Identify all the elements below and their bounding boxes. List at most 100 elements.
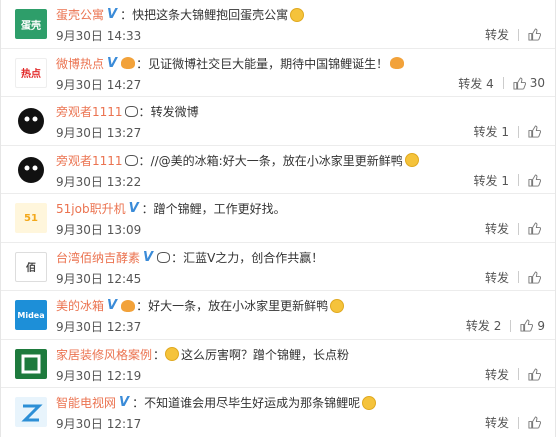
forward-button[interactable]: 转发 2 bbox=[466, 317, 501, 334]
thumbs-up-icon bbox=[528, 125, 541, 138]
forward-button[interactable]: 转发 bbox=[485, 414, 509, 431]
thumbs-up-icon bbox=[528, 416, 541, 429]
verified-badge-icon: V bbox=[107, 55, 118, 71]
thumbs-up-icon bbox=[528, 270, 541, 284]
like-button[interactable] bbox=[528, 28, 545, 41]
comment-line: 美的冰箱 V ： 好大一条，放在小冰家里更新鲜鸭 bbox=[56, 297, 545, 314]
like-button[interactable] bbox=[528, 416, 545, 429]
avatar[interactable]: 热点 bbox=[15, 57, 47, 88]
divider bbox=[518, 222, 519, 235]
avatar[interactable]: 51 bbox=[15, 203, 47, 233]
divider bbox=[518, 416, 519, 429]
comment-text: //@美的冰箱:好大一条，放在小冰家里更新鲜鸭 bbox=[150, 153, 403, 168]
colon: ： bbox=[171, 250, 184, 265]
comment-line: 旁观者1111 ： //@美的冰箱:好大一条，放在小冰家里更新鲜鸭 bbox=[56, 152, 545, 169]
comment-line: 旁观者1111 ： 转发微博 bbox=[56, 103, 545, 120]
forward-button[interactable]: 转发 4 bbox=[458, 75, 493, 92]
like-count: 9 bbox=[537, 318, 545, 333]
smile-emoji-icon bbox=[404, 153, 419, 167]
timestamp[interactable]: 9月30日 14:33 bbox=[56, 27, 141, 44]
colon: ： bbox=[136, 299, 149, 313]
timestamp[interactable]: 9月30日 12:17 bbox=[56, 415, 141, 432]
like-button[interactable] bbox=[528, 367, 545, 381]
like-button[interactable]: 9 bbox=[520, 319, 545, 333]
avatar[interactable]: 蛋壳 bbox=[15, 9, 47, 39]
forward-button[interactable]: 转发 1 bbox=[474, 123, 509, 140]
divider bbox=[518, 271, 519, 283]
comment-item: 旁观者1111 ： //@美的冰箱:好大一条，放在小冰家里更新鲜鸭 9月30日 … bbox=[1, 146, 555, 194]
timestamp[interactable]: 9月30日 12:45 bbox=[56, 270, 141, 287]
smile-emoji-icon bbox=[290, 7, 305, 22]
timestamp[interactable]: 9月30日 13:09 bbox=[56, 221, 141, 238]
weibo-fire-icon bbox=[121, 299, 136, 312]
verified-badge-icon: V bbox=[107, 298, 118, 313]
forward-button[interactable]: 转发 bbox=[485, 366, 509, 383]
colon: ： bbox=[136, 56, 149, 71]
forward-button[interactable]: 转发 1 bbox=[474, 172, 509, 189]
comment-actions: 转发 1 bbox=[453, 172, 545, 189]
tv-logo-icon bbox=[21, 404, 43, 422]
forward-button[interactable]: 转发 bbox=[485, 269, 509, 286]
colon: ： bbox=[132, 396, 145, 410]
user-name-link[interactable]: 旁观者1111 bbox=[56, 152, 123, 169]
thumbs-up-icon bbox=[513, 76, 526, 90]
like-button[interactable] bbox=[528, 270, 545, 284]
avatar[interactable]: Midea bbox=[15, 300, 47, 330]
user-name-link[interactable]: 51job职升机 bbox=[56, 200, 126, 217]
thumbs-up-icon bbox=[528, 222, 541, 235]
user-name-link[interactable]: 蛋壳公寓 bbox=[56, 6, 104, 23]
forward-button[interactable]: 转发 bbox=[485, 220, 509, 237]
thumbs-up-icon bbox=[528, 367, 541, 381]
avatar[interactable] bbox=[15, 397, 47, 427]
divider bbox=[518, 125, 519, 138]
black-circle-icon bbox=[18, 156, 44, 183]
colon: ： bbox=[138, 105, 151, 119]
user-name-link[interactable]: 美的冰箱 bbox=[56, 297, 104, 314]
comment-actions: 转发 bbox=[453, 220, 545, 237]
colon: ： bbox=[141, 202, 154, 216]
divider bbox=[502, 77, 504, 89]
user-name-link[interactable]: 台湾佰纳吉酵素 bbox=[56, 249, 140, 266]
thumbs-up-icon bbox=[520, 319, 534, 332]
comment-line: 家居装修风格案例 ： 这么厉害啊？蹭个锦鲤，长点粉 bbox=[56, 346, 545, 363]
user-name-link[interactable]: 微博热点 bbox=[56, 55, 104, 72]
like-button[interactable] bbox=[528, 125, 545, 138]
avatar[interactable] bbox=[15, 106, 47, 136]
colon: ： bbox=[153, 347, 166, 362]
comment-item: Midea 美的冰箱 V ： 好大一条，放在小冰家里更新鲜鸭 9月30日 12:… bbox=[1, 291, 555, 340]
comment-line: 51job职升机 V ： 蹭个锦鲤，工作更好找。 bbox=[56, 200, 545, 217]
avatar[interactable] bbox=[15, 154, 47, 185]
comment-item: 蛋壳 蛋壳公寓 V ： 快把这条大锦鲤抱回蛋壳公寓 9月30日 14:33 转发 bbox=[1, 0, 555, 49]
comment-text: 这么厉害啊？蹭个锦鲤，长点粉 bbox=[181, 347, 350, 362]
comment-text: 汇蓝V之力，创合作共赢！ bbox=[183, 250, 324, 265]
comment-item: 佰 台湾佰纳吉酵素 V ： 汇蓝V之力，创合作共赢！ 9月30日 12:45 转… bbox=[1, 243, 555, 291]
timestamp[interactable]: 9月30日 13:27 bbox=[56, 124, 141, 141]
comment-actions: 转发 2 9 bbox=[445, 317, 545, 334]
user-name-link[interactable]: 旁观者1111 bbox=[56, 103, 123, 120]
divider bbox=[518, 368, 519, 380]
avatar[interactable] bbox=[15, 348, 47, 379]
like-button[interactable]: 30 bbox=[513, 76, 545, 90]
colon: ： bbox=[138, 153, 151, 168]
timestamp[interactable]: 9月30日 12:37 bbox=[56, 318, 141, 335]
avatar[interactable]: 佰 bbox=[15, 251, 47, 282]
user-name-link[interactable]: 家居装修风格案例 bbox=[56, 346, 152, 363]
timestamp[interactable]: 9月30日 14:27 bbox=[56, 76, 141, 93]
like-button[interactable] bbox=[528, 222, 545, 235]
timestamp[interactable]: 9月30日 13:22 bbox=[56, 173, 141, 190]
comment-text: 转发微博 bbox=[150, 105, 199, 119]
comment-actions: 转发 bbox=[453, 414, 545, 431]
comment-actions: 转发 4 30 bbox=[438, 75, 545, 92]
forward-button[interactable]: 转发 bbox=[485, 26, 509, 43]
divider bbox=[510, 319, 512, 332]
verified-badge-icon: V bbox=[107, 7, 118, 22]
square-logo-icon bbox=[21, 354, 41, 373]
like-button[interactable] bbox=[528, 173, 545, 187]
timestamp[interactable]: 9月30日 12:19 bbox=[56, 367, 141, 384]
black-circle-icon bbox=[18, 108, 44, 134]
comment-text: 快把这条大锦鲤抱回蛋壳公寓 bbox=[132, 8, 289, 22]
comment-actions: 转发 bbox=[453, 26, 545, 43]
colon: ： bbox=[120, 8, 133, 22]
comment-line: 智能电视网 V ： 不知道谁会用尽毕生好运成为那条锦鲤呢 bbox=[56, 394, 545, 411]
user-name-link[interactable]: 智能电视网 bbox=[56, 394, 116, 411]
